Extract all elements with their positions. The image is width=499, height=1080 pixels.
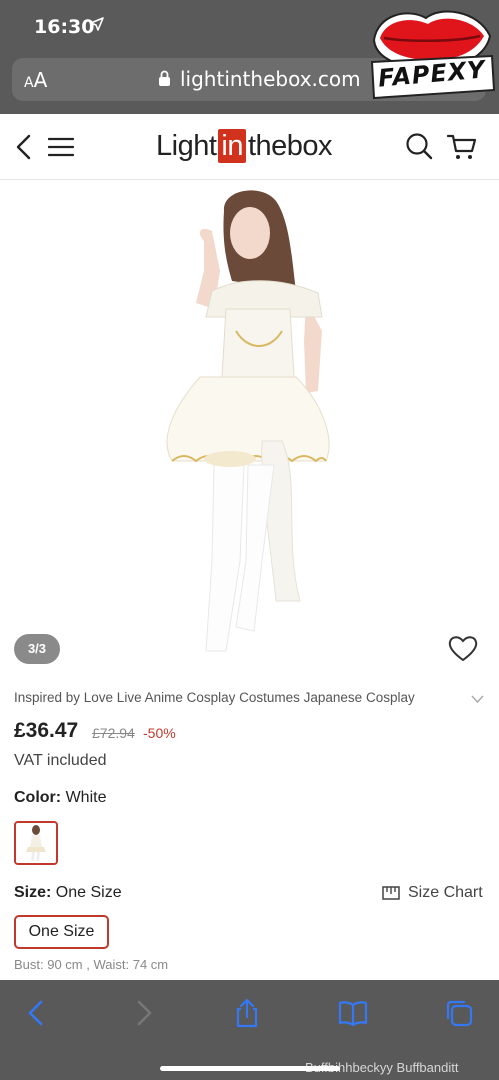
lock-icon (159, 70, 170, 86)
color-label-key: Color: (14, 789, 62, 806)
size-option-one-size[interactable]: One Size (14, 915, 109, 949)
ruler-icon (382, 886, 400, 900)
original-price: £72.94 (92, 725, 135, 741)
site-logo[interactable]: Light in thebox (156, 128, 333, 164)
size-measurements: Bust: 90 cm , Waist: 74 cm (14, 957, 169, 972)
vat-note: VAT included (14, 752, 107, 769)
back-arrow-icon[interactable] (22, 998, 52, 1028)
size-label: Size: One Size (14, 884, 122, 902)
share-icon[interactable] (232, 998, 262, 1028)
text-size-button[interactable]: AA (24, 68, 47, 92)
forward-arrow-icon[interactable] (128, 998, 158, 1028)
gallery-counter: 3/3 (14, 634, 60, 664)
search-icon[interactable] (405, 132, 433, 160)
cart-icon[interactable] (447, 133, 477, 161)
size-value: One Size (55, 884, 122, 901)
size-chart-label: Size Chart (408, 884, 483, 901)
color-value: White (65, 789, 107, 806)
logo-text-left: Light (156, 129, 217, 162)
product-image[interactable] (0, 181, 499, 681)
menu-icon[interactable] (48, 137, 74, 157)
back-chevron-icon[interactable] (14, 134, 32, 160)
size-label-key: Size: (14, 884, 52, 901)
chevron-down-icon[interactable] (471, 694, 484, 704)
heart-icon[interactable] (448, 634, 478, 662)
product-price: £36.47 (14, 719, 79, 742)
logo-text-mid: in (218, 129, 246, 163)
logo-text-right: thebox (247, 129, 333, 162)
home-indicator[interactable] (160, 1066, 340, 1071)
site-header: Light in thebox (0, 114, 499, 180)
discount-badge: -50% (143, 725, 176, 741)
location-arrow-icon (90, 17, 104, 31)
size-chart-link[interactable]: Size Chart (382, 884, 483, 902)
color-swatch-white[interactable] (14, 821, 58, 865)
url-host[interactable]: lightinthebox.com (180, 67, 361, 91)
bookmarks-icon[interactable] (338, 998, 368, 1028)
color-swatch-thumbnail (16, 823, 56, 863)
tabs-icon[interactable] (444, 998, 474, 1028)
status-time: 16:30 (34, 16, 95, 38)
color-label: Color: White (14, 789, 106, 807)
product-title: Inspired by Love Live Anime Cosplay Cost… (14, 690, 415, 705)
